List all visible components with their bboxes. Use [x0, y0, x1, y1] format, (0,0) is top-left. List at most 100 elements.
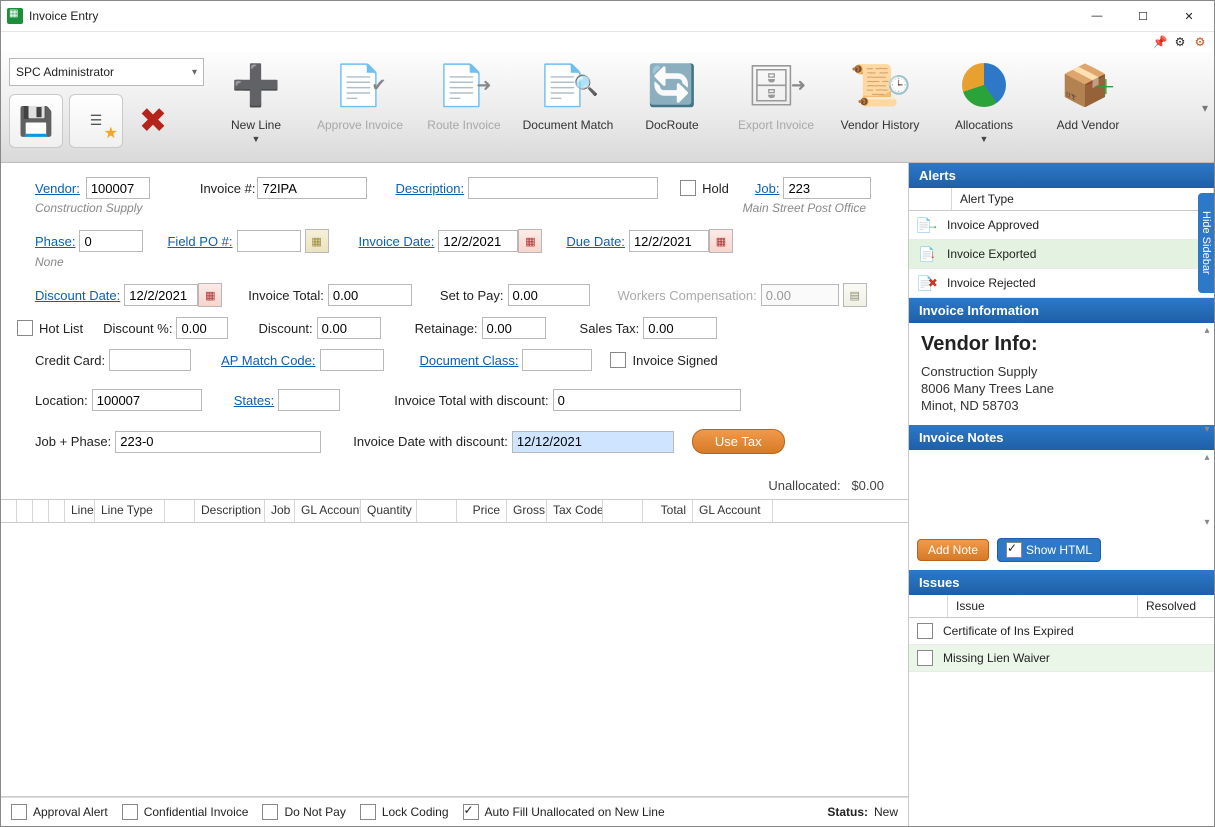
- grid-col[interactable]: [49, 500, 65, 522]
- alert-row[interactable]: 📄✖Invoice Rejected: [909, 269, 1214, 298]
- save-icon[interactable]: 💾: [9, 94, 63, 148]
- total-with-disc-field[interactable]: [553, 389, 741, 411]
- description-field[interactable]: [468, 177, 658, 199]
- hot-list-checkbox[interactable]: [17, 320, 33, 336]
- scrollbar[interactable]: ▴▾: [1200, 325, 1214, 435]
- date-with-disc-field[interactable]: [512, 431, 674, 453]
- vendor-label[interactable]: Vendor:: [35, 181, 80, 196]
- grid-col[interactable]: [17, 500, 33, 522]
- gear-alert-icon[interactable]: ⚙: [1192, 34, 1208, 50]
- pin-icon[interactable]: 📌: [1152, 34, 1168, 50]
- job-label[interactable]: Job:: [755, 181, 780, 196]
- user-dropdown[interactable]: SPC Administrator ▾: [9, 58, 204, 86]
- calendar-icon[interactable]: ▦: [198, 283, 222, 307]
- grid-col[interactable]: Job: [265, 500, 295, 522]
- lock-coding-checkbox[interactable]: [360, 804, 376, 820]
- grid-col[interactable]: GL Account: [693, 500, 773, 522]
- maximize-button[interactable]: ☐: [1120, 2, 1166, 30]
- grid-col[interactable]: [165, 500, 195, 522]
- add-note-button[interactable]: Add Note: [917, 539, 989, 561]
- ribbon-document-match[interactable]: 📄🔍 Document Match: [516, 52, 620, 132]
- set-to-pay-field[interactable]: [508, 284, 590, 306]
- location-field[interactable]: [92, 389, 202, 411]
- calendar-icon[interactable]: ▦: [518, 229, 542, 253]
- confidential-checkbox[interactable]: [122, 804, 138, 820]
- states-field[interactable]: [278, 389, 340, 411]
- issue-row[interactable]: Missing Lien Waiver: [909, 645, 1214, 672]
- ribbon-docroute[interactable]: 🔄 DocRoute: [620, 52, 724, 132]
- credit-card-field[interactable]: [109, 349, 191, 371]
- new-invoice-icon[interactable]: ☰ ★: [69, 94, 123, 148]
- po-lookup-icon[interactable]: ▦: [305, 229, 329, 253]
- field-po-label[interactable]: Field PO #:: [167, 234, 232, 249]
- discount-field[interactable]: [317, 317, 381, 339]
- discount-date-field[interactable]: [124, 284, 198, 306]
- minimize-button[interactable]: —: [1074, 2, 1120, 30]
- phase-field[interactable]: [79, 230, 143, 252]
- ribbon-overflow-icon[interactable]: ▾: [1202, 101, 1208, 115]
- grid-col[interactable]: Line: [65, 500, 95, 522]
- calendar-icon[interactable]: ▦: [709, 229, 733, 253]
- grid-col[interactable]: Description: [195, 500, 265, 522]
- delete-icon[interactable]: ✖: [129, 97, 177, 145]
- doc-class-field[interactable]: [522, 349, 592, 371]
- grid-col[interactable]: [603, 500, 643, 522]
- close-button[interactable]: ✕: [1166, 2, 1212, 30]
- show-html-checkbox[interactable]: [1006, 542, 1022, 558]
- invoice-total-field[interactable]: [328, 284, 412, 306]
- dropdown-arrow-icon[interactable]: ▼: [980, 134, 989, 144]
- do-not-pay-checkbox[interactable]: [262, 804, 278, 820]
- due-date-field[interactable]: [629, 230, 709, 252]
- grid-col[interactable]: [33, 500, 49, 522]
- doc-class-label[interactable]: Document Class:: [420, 353, 519, 368]
- invoice-date-field[interactable]: [438, 230, 518, 252]
- ribbon-vendor-history[interactable]: 📜🕒 Vendor History: [828, 52, 932, 132]
- description-label[interactable]: Description:: [395, 181, 464, 196]
- job-field[interactable]: [783, 177, 871, 199]
- ribbon-new-line[interactable]: ➕ New Line ▼: [204, 52, 308, 144]
- issue-checkbox[interactable]: [917, 623, 933, 639]
- hide-sidebar-tab[interactable]: Hide Sidebar: [1198, 193, 1214, 293]
- grid-col[interactable]: Total: [643, 500, 693, 522]
- grid-col[interactable]: Line Type: [95, 500, 165, 522]
- alert-row[interactable]: 📄↓Invoice Exported: [909, 240, 1214, 269]
- phase-label[interactable]: Phase:: [35, 234, 75, 249]
- issue-checkbox[interactable]: [917, 650, 933, 666]
- autofill-checkbox[interactable]: [463, 804, 479, 820]
- invoice-no-field[interactable]: [257, 177, 367, 199]
- show-html-toggle[interactable]: Show HTML: [997, 538, 1101, 562]
- ap-match-label[interactable]: AP Match Code:: [221, 353, 315, 368]
- discount-pct-field[interactable]: [176, 317, 228, 339]
- use-tax-button[interactable]: Use Tax: [692, 429, 785, 454]
- approval-alert-checkbox[interactable]: [11, 804, 27, 820]
- states-label[interactable]: States:: [234, 393, 274, 408]
- sales-tax-field[interactable]: [643, 317, 717, 339]
- grid-col[interactable]: [1, 500, 17, 522]
- due-date-label[interactable]: Due Date:: [566, 234, 625, 249]
- field-po-field[interactable]: [237, 230, 301, 252]
- grid-col[interactable]: GL Account: [295, 500, 361, 522]
- invoice-date-label[interactable]: Invoice Date:: [359, 234, 435, 249]
- discount-date-label[interactable]: Discount Date:: [35, 288, 120, 303]
- scrollbar[interactable]: ▴▾: [1200, 452, 1214, 528]
- grid-col[interactable]: Gross: [507, 500, 547, 522]
- notes-area[interactable]: ▴▾: [909, 450, 1214, 530]
- grid-col[interactable]: [417, 500, 457, 522]
- ribbon-allocations[interactable]: Allocations ▼: [932, 52, 1036, 144]
- hold-checkbox[interactable]: [680, 180, 696, 196]
- dropdown-arrow-icon[interactable]: ▼: [252, 134, 261, 144]
- grid-col[interactable]: Price: [457, 500, 507, 522]
- grid-col[interactable]: Quantity: [361, 500, 417, 522]
- gear-icon[interactable]: ⚙: [1172, 34, 1188, 50]
- vendor-field[interactable]: [86, 177, 150, 199]
- invoice-signed-checkbox[interactable]: [610, 352, 626, 368]
- issue-row[interactable]: Certificate of Ins Expired: [909, 618, 1214, 645]
- ribbon-add-vendor[interactable]: 📦＋ Add Vendor: [1036, 52, 1140, 132]
- workers-comp-icon[interactable]: ▤: [843, 283, 867, 307]
- ap-match-field[interactable]: [320, 349, 384, 371]
- job-phase-field[interactable]: [115, 431, 321, 453]
- alert-row[interactable]: 📄→Invoice Approved: [909, 211, 1214, 240]
- retainage-field[interactable]: [482, 317, 546, 339]
- line-grid-body[interactable]: [1, 523, 908, 797]
- grid-col[interactable]: Tax Code: [547, 500, 603, 522]
